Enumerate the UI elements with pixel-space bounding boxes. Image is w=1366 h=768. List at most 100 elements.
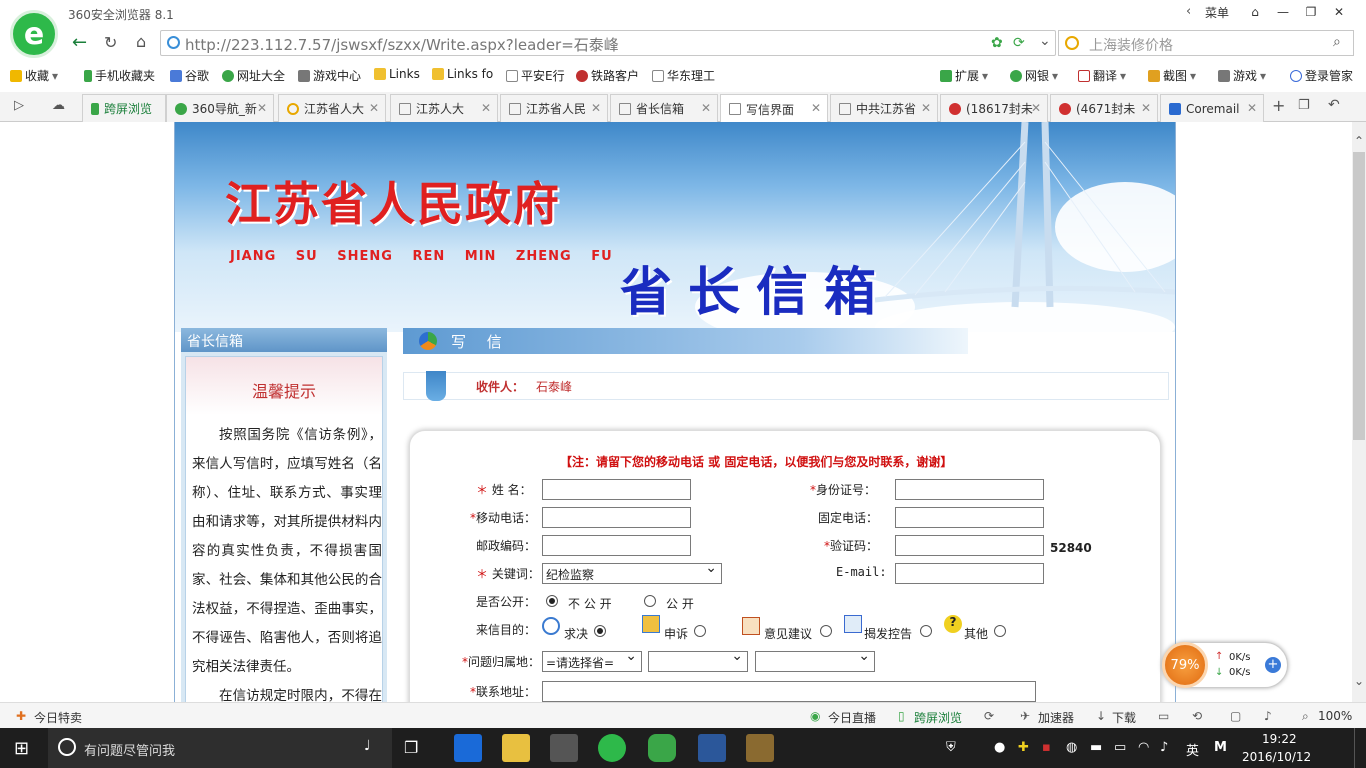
- daily-deals-link[interactable]: 今日特卖: [34, 709, 82, 726]
- refresh-icon[interactable]: ↻: [104, 33, 117, 52]
- tab[interactable]: 江苏省人大 ✕: [278, 94, 386, 122]
- window-icon[interactable]: ▢: [1230, 709, 1241, 723]
- tray-icon[interactable]: ▪: [1042, 740, 1051, 755]
- wifi-icon[interactable]: ◠: [1138, 740, 1149, 755]
- skin-icon[interactable]: ⌂: [1240, 0, 1270, 24]
- word-icon[interactable]: [698, 734, 726, 762]
- 360-browser-icon[interactable]: [598, 734, 626, 762]
- file-explorer-icon[interactable]: [502, 734, 530, 762]
- wechat-icon[interactable]: [648, 734, 676, 762]
- bookmark-favorites[interactable]: 收藏 ▾: [10, 67, 58, 84]
- sync-icon[interactable]: ⟳: [984, 709, 994, 723]
- close-icon[interactable]: ✕: [481, 101, 491, 115]
- windows-start-icon[interactable]: ⊞: [14, 738, 29, 759]
- tab[interactable]: Coremail ✕: [1160, 94, 1264, 122]
- purpose-appeal-radio[interactable]: [694, 625, 706, 637]
- tab[interactable]: 中共江苏省 ✕: [830, 94, 938, 122]
- speed-mode-icon[interactable]: ⟳: [1013, 35, 1025, 51]
- tab[interactable]: 360导航_新 ✕: [166, 94, 274, 122]
- menu-button[interactable]: 菜单: [1205, 4, 1229, 21]
- captcha-input[interactable]: [895, 535, 1044, 556]
- close-icon[interactable]: ✕: [921, 101, 931, 115]
- tray-icon[interactable]: ✚: [1018, 740, 1029, 755]
- phone-input[interactable]: [895, 507, 1044, 528]
- close-icon[interactable]: ✕: [1247, 101, 1257, 115]
- back-menu-icon[interactable]: ‹: [1186, 4, 1191, 19]
- crossscreen-link[interactable]: 跨屏浏览: [914, 709, 962, 726]
- back-icon[interactable]: ←: [72, 32, 87, 53]
- purpose-report-radio[interactable]: [920, 625, 932, 637]
- public-yes-radio[interactable]: [644, 595, 656, 607]
- name-input[interactable]: [542, 479, 691, 500]
- close-icon[interactable]: ✕: [811, 101, 821, 115]
- tray-icon[interactable]: ◍: [1066, 740, 1077, 755]
- login-manager-button[interactable]: 登录管家: [1290, 67, 1353, 84]
- district-select[interactable]: [755, 648, 875, 672]
- shield-icon[interactable]: ⛨: [946, 740, 956, 755]
- plus-icon[interactable]: +: [1265, 657, 1281, 673]
- app-icon[interactable]: [746, 734, 774, 762]
- close-icon[interactable]: ✕: [1031, 101, 1041, 115]
- province-select[interactable]: =请选择省=: [542, 648, 642, 672]
- purpose-other-radio[interactable]: [994, 625, 1006, 637]
- bookmark-item[interactable]: 华东理工: [652, 67, 715, 84]
- purpose-suggestion-radio[interactable]: [820, 625, 832, 637]
- public-no-radio[interactable]: [546, 595, 558, 607]
- battery-icon[interactable]: ▭: [1114, 740, 1126, 755]
- bookmark-item[interactable]: Links: [374, 67, 420, 81]
- close-icon[interactable]: ✕: [257, 101, 267, 115]
- chevron-down-icon[interactable]: ⌄: [1039, 33, 1051, 49]
- id-number-input[interactable]: [895, 479, 1044, 500]
- clock-time[interactable]: 19:22: [1262, 732, 1297, 746]
- taskbar-search[interactable]: 有问题尽管问我 ♩: [48, 728, 392, 768]
- taskbar-search-input[interactable]: 有问题尽管问我: [84, 740, 175, 759]
- task-view-icon[interactable]: ❐: [404, 738, 418, 757]
- zoom-level[interactable]: 100%: [1318, 709, 1352, 723]
- refresh-icon[interactable]: ⟲: [1192, 709, 1202, 723]
- email-input[interactable]: [895, 563, 1044, 584]
- undo-close-icon[interactable]: ↶: [1328, 97, 1340, 113]
- volume-icon[interactable]: ♪: [1160, 740, 1168, 755]
- search-box[interactable]: 上海装修价格 ⌕: [1058, 30, 1354, 56]
- close-icon[interactable]: ✕: [1141, 101, 1151, 115]
- tab[interactable]: (18617封未 ✕: [940, 94, 1048, 122]
- volume-icon[interactable]: ♪: [1264, 709, 1272, 723]
- keyword-select[interactable]: 纪检监察: [542, 560, 722, 584]
- show-desktop-button[interactable]: [1354, 728, 1366, 768]
- translate-button[interactable]: 翻译 ▾: [1078, 67, 1126, 84]
- tab[interactable]: 江苏人大 ✕: [390, 94, 498, 122]
- tab-crossscreen[interactable]: 跨屏浏览: [82, 94, 166, 122]
- city-select[interactable]: [648, 648, 748, 672]
- search-input[interactable]: 上海装修价格: [1089, 35, 1173, 55]
- purpose-request-radio[interactable]: [594, 625, 606, 637]
- store-icon[interactable]: [550, 734, 578, 762]
- bookmark-item[interactable]: 铁路客户: [576, 67, 639, 84]
- speed-widget[interactable]: 79% ↑ 0K/s ↓ 0K/s +: [1162, 642, 1288, 688]
- games-button[interactable]: 游戏 ▾: [1218, 67, 1266, 84]
- bank-button[interactable]: 网银 ▾: [1010, 67, 1058, 84]
- search-icon[interactable]: ⌕: [1333, 34, 1341, 50]
- cloud-icon[interactable]: ☁: [52, 98, 65, 113]
- download-link[interactable]: 下载: [1112, 709, 1136, 726]
- close-icon[interactable]: ✕: [591, 101, 601, 115]
- security-icon[interactable]: ✿: [991, 35, 1003, 51]
- clock-date[interactable]: 2016/10/12: [1242, 750, 1311, 764]
- bookmark-item[interactable]: 手机收藏夹: [84, 67, 155, 84]
- postcode-input[interactable]: [542, 535, 691, 556]
- bookmark-item[interactable]: 网址大全: [222, 67, 285, 84]
- microphone-icon[interactable]: ♩: [364, 738, 371, 754]
- maximize-button[interactable]: ❐: [1296, 0, 1326, 24]
- close-icon[interactable]: ✕: [701, 101, 711, 115]
- screenshot-button[interactable]: 截图 ▾: [1148, 67, 1196, 84]
- scroll-thumb[interactable]: [1353, 152, 1365, 440]
- reader-icon[interactable]: ▭: [1158, 709, 1169, 723]
- search-engine-icon[interactable]: [1065, 36, 1079, 50]
- accelerator-link[interactable]: 加速器: [1038, 709, 1074, 726]
- live-link[interactable]: 今日直播: [828, 709, 876, 726]
- ime-indicator[interactable]: 英: [1186, 740, 1199, 759]
- tray-icon[interactable]: ▬: [1090, 740, 1102, 755]
- tab-active[interactable]: 写信界面 ✕: [720, 94, 828, 123]
- ime-mode-icon[interactable]: M: [1214, 740, 1227, 755]
- close-button[interactable]: ✕: [1324, 0, 1354, 24]
- mobile-input[interactable]: [542, 507, 691, 528]
